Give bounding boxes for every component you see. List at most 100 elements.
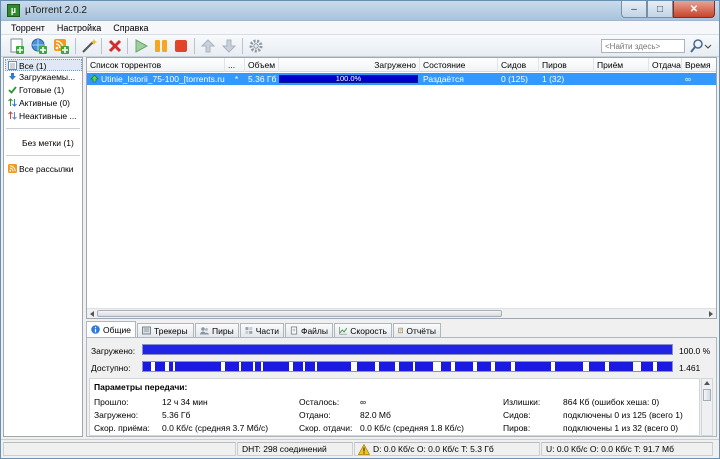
remove-button[interactable] bbox=[107, 38, 123, 54]
tab-label: Части bbox=[255, 325, 279, 336]
toolbar-divider bbox=[127, 38, 128, 54]
column-name[interactable]: Список торрентов bbox=[87, 58, 225, 72]
availability-piece bbox=[441, 362, 451, 371]
preferences-button[interactable] bbox=[248, 38, 264, 54]
torrent-status: Раздаётся bbox=[423, 74, 464, 84]
column-flag[interactable]: ... bbox=[225, 58, 245, 72]
torrent-progress-bar: 100.0% bbox=[279, 74, 418, 83]
gear-icon bbox=[249, 39, 263, 53]
add-url-button[interactable] bbox=[31, 38, 47, 54]
toolbar-divider bbox=[101, 38, 102, 54]
availability-value: 1.461 bbox=[679, 363, 701, 373]
tab-label: Скорость bbox=[350, 325, 387, 336]
maximize-button[interactable]: □ bbox=[647, 1, 673, 18]
column-done[interactable]: Загружено bbox=[279, 58, 420, 72]
scroll-up-icon[interactable] bbox=[702, 379, 712, 387]
sidebar-item-inactive[interactable]: Неактивные ... bbox=[8, 110, 77, 121]
column-size[interactable]: Объем bbox=[245, 58, 279, 72]
column-down-speed[interactable]: Приём bbox=[594, 58, 649, 72]
sidebar-item-label: Все (1) bbox=[19, 60, 47, 71]
scrollbar-thumb[interactable] bbox=[703, 389, 711, 401]
availability-piece bbox=[143, 362, 151, 371]
window-title: µTorrent 2.0.2 bbox=[25, 5, 87, 16]
param-value: 12 ч 34 мин bbox=[162, 397, 208, 407]
param-label: Загружено: bbox=[94, 410, 139, 420]
param-value: 82.0 Мб bbox=[360, 410, 391, 420]
sidebar-item-active[interactable]: Активные (0) bbox=[8, 97, 70, 108]
tab-general[interactable]: Общие bbox=[86, 321, 136, 337]
params-title: Параметры передачи: bbox=[94, 382, 188, 392]
minimize-button[interactable]: – bbox=[621, 1, 647, 18]
sidebar-item-label: Готовые (1) bbox=[19, 84, 65, 95]
availability-piece bbox=[555, 362, 583, 371]
toolbar bbox=[1, 35, 719, 57]
tab-label: Общие bbox=[103, 324, 131, 335]
availability-piece bbox=[317, 362, 351, 371]
stop-button[interactable] bbox=[173, 38, 189, 54]
param-label: Скор. приёма: bbox=[94, 423, 150, 433]
scrollbar-thumb[interactable] bbox=[97, 310, 502, 317]
create-torrent-button[interactable] bbox=[81, 38, 97, 54]
detail-tabs: Общие Трекеры Пиры Части Файлы Скорость … bbox=[86, 321, 717, 337]
close-button[interactable]: ✕ bbox=[673, 1, 715, 18]
torrent-list: Список торрентов ... Объем Загружено Сос… bbox=[86, 57, 717, 319]
menu-settings[interactable]: Настройка bbox=[51, 21, 107, 35]
active-arrows-icon bbox=[8, 98, 17, 107]
add-torrent-icon bbox=[10, 38, 24, 54]
transfer-params: Параметры передачи: Прошло: 12 ч 34 мин … bbox=[89, 378, 700, 436]
availability-piece bbox=[175, 362, 221, 371]
vertical-scrollbar[interactable] bbox=[701, 378, 713, 436]
add-torrent-button[interactable] bbox=[9, 38, 25, 54]
download-status[interactable]: D: 0.0 Кб/с O: 0.0 Кб/с T: 5.3 Гб bbox=[354, 442, 540, 456]
stop-icon bbox=[175, 40, 187, 52]
column-seeds[interactable]: Сидов bbox=[498, 58, 539, 72]
column-eta[interactable]: Время bbox=[682, 58, 716, 72]
search-engine-dropdown[interactable] bbox=[703, 38, 713, 54]
sidebar-item-completed[interactable]: Готовые (1) bbox=[8, 84, 64, 95]
menu-help[interactable]: Справка bbox=[107, 21, 154, 35]
availability-piece bbox=[399, 362, 413, 371]
play-icon bbox=[135, 39, 149, 53]
column-status[interactable]: Состояние bbox=[420, 58, 498, 72]
menu-torrent[interactable]: Торрент bbox=[5, 21, 51, 35]
dht-status: DHT: 298 соединений bbox=[237, 442, 353, 456]
sidebar-item-all-feeds[interactable]: Все рассылки bbox=[8, 163, 74, 174]
column-peers[interactable]: Пиров bbox=[539, 58, 594, 72]
tab-trackers[interactable]: Трекеры bbox=[137, 323, 194, 337]
torrent-name-cell: Utinie_Istorii_75-100_[torrents.ru] bbox=[87, 73, 225, 85]
availability-piece bbox=[641, 362, 653, 371]
window-controls: – □ ✕ bbox=[621, 1, 715, 19]
sidebar-item-downloading[interactable]: Загружаемы... bbox=[8, 71, 75, 82]
table-row[interactable]: Utinie_Istorii_75-100_[torrents.ru] * 5.… bbox=[87, 73, 716, 85]
remove-x-icon bbox=[108, 39, 122, 53]
torrent-up-speed bbox=[649, 73, 682, 85]
info-icon bbox=[91, 325, 100, 334]
tab-pieces[interactable]: Части bbox=[240, 323, 284, 337]
tab-label: Отчёты bbox=[406, 325, 436, 336]
param-value: 0.0 Кб/с (средняя 3.7 Мб/с) bbox=[162, 423, 269, 433]
availability-piece bbox=[155, 362, 165, 371]
pause-button[interactable] bbox=[153, 38, 169, 54]
search-input[interactable] bbox=[601, 39, 685, 53]
availability-piece bbox=[415, 362, 433, 371]
tab-files[interactable]: Файлы bbox=[285, 323, 333, 337]
files-icon bbox=[290, 326, 298, 335]
start-button[interactable] bbox=[133, 38, 149, 54]
move-down-button[interactable] bbox=[221, 38, 237, 54]
scroll-left-icon[interactable] bbox=[88, 310, 96, 318]
category-sidebar: Все (1) Загружаемы... Готовые (1) Активн… bbox=[3, 57, 83, 437]
tab-peers[interactable]: Пиры bbox=[195, 323, 239, 337]
tab-logger[interactable]: Отчёты bbox=[393, 323, 441, 337]
param-value: 0.0 Кб/с (средняя 1.8 Кб/с) bbox=[360, 423, 464, 433]
column-up-speed[interactable]: Отдача bbox=[649, 58, 682, 72]
param-value: ∞ bbox=[360, 397, 367, 407]
sidebar-item-no-label[interactable]: Без метки (1) bbox=[22, 137, 74, 148]
horizontal-scrollbar[interactable] bbox=[87, 308, 716, 318]
param-label: Осталось: bbox=[299, 397, 340, 407]
sidebar-item-all[interactable]: Все (1) bbox=[8, 60, 46, 71]
download-status-text: D: 0.0 Кб/с O: 0.0 Кб/с T: 5.3 Гб bbox=[373, 444, 494, 454]
scroll-right-icon[interactable] bbox=[707, 310, 715, 318]
move-up-button[interactable] bbox=[200, 38, 216, 54]
tab-speed[interactable]: Скорость bbox=[334, 323, 392, 337]
add-rss-button[interactable] bbox=[53, 38, 69, 54]
